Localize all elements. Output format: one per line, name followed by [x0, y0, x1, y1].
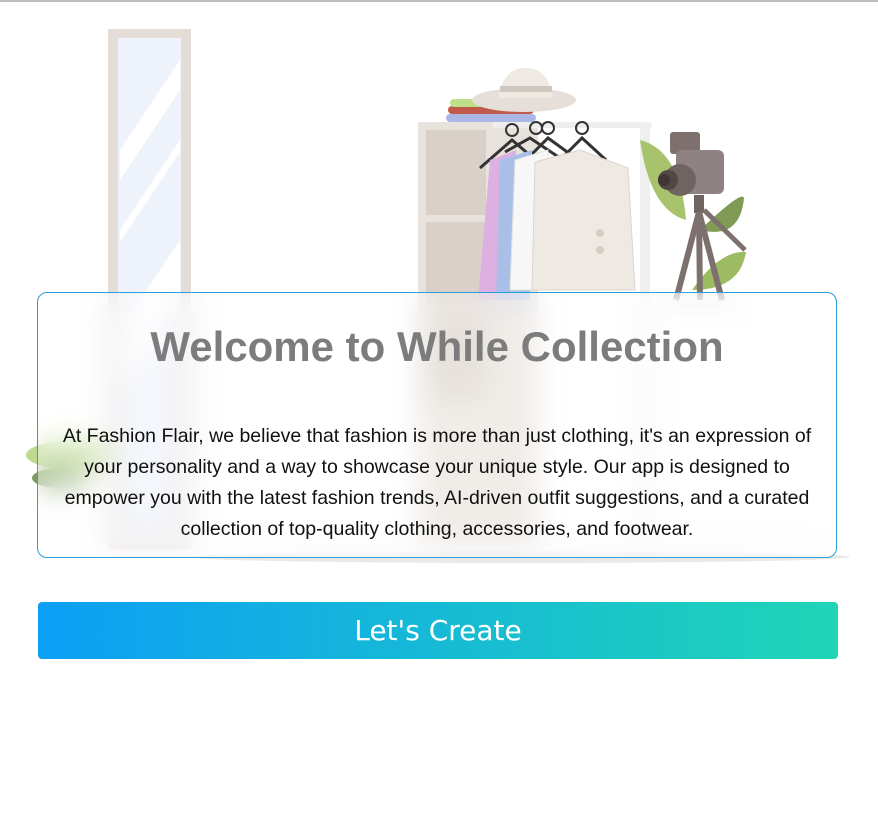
lets-create-button[interactable]: Let's Create	[38, 602, 838, 659]
hat-illustration	[446, 67, 576, 122]
welcome-title: Welcome to While Collection	[150, 323, 724, 370]
welcome-card: Welcome to While Collection At Fashion F…	[37, 292, 837, 558]
welcome-description: At Fashion Flair, we believe that fashio…	[62, 425, 812, 540]
